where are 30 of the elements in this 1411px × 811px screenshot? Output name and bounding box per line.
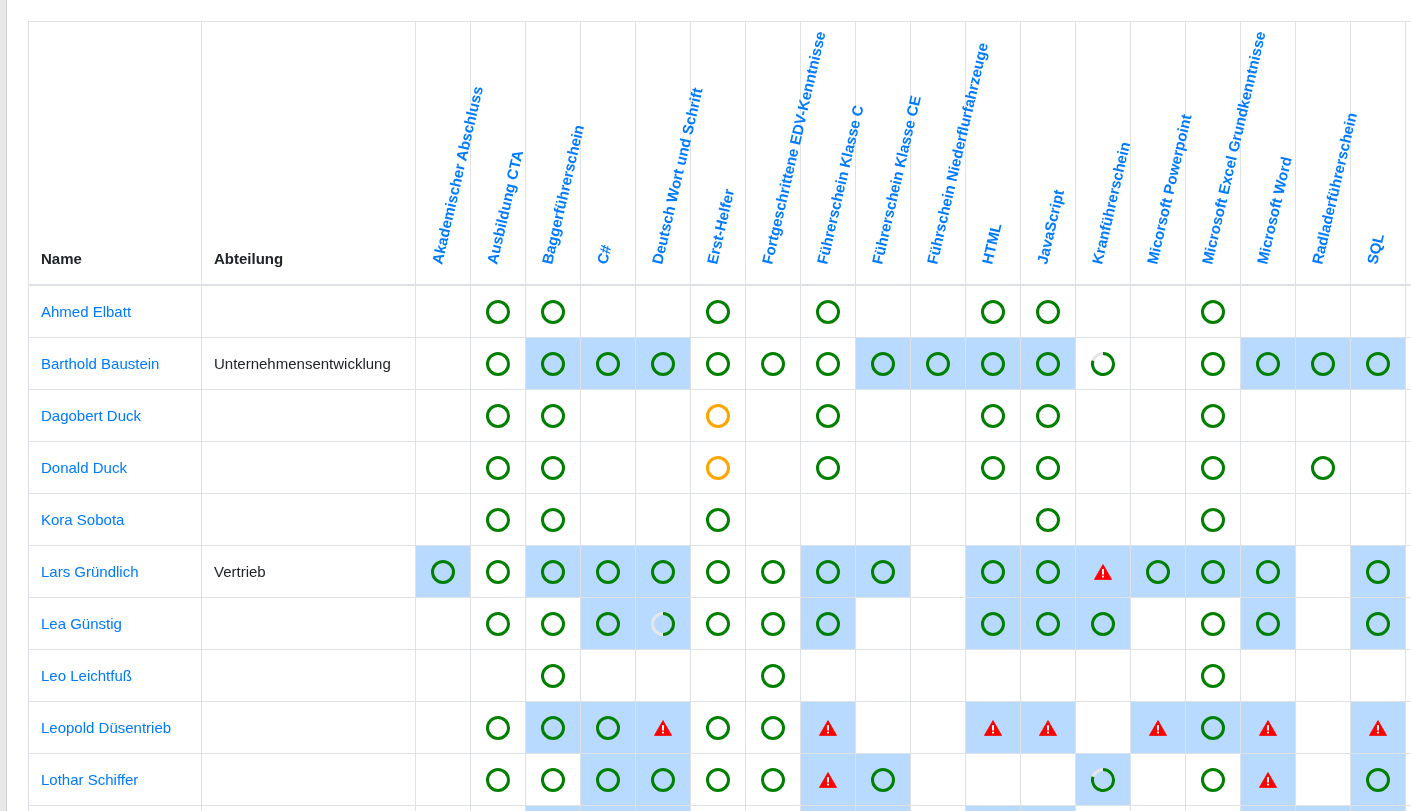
skill-header-link[interactable]: C# <box>593 243 616 266</box>
employee-link[interactable]: Kora Sobota <box>41 509 125 530</box>
warning-icon <box>1259 719 1277 736</box>
warning-icon <box>1039 719 1057 736</box>
employee-link[interactable]: Leopold Düsentrieb <box>41 717 172 738</box>
employee-link[interactable]: Lars Gründlich <box>41 561 139 582</box>
employee-link[interactable]: Donald Duck <box>41 457 127 478</box>
employee-link[interactable]: Lea Günstig <box>41 613 122 634</box>
warning-icon <box>1094 563 1112 580</box>
skill-header-link[interactable]: SQL <box>1363 231 1388 266</box>
progress-ring-icon <box>651 611 675 636</box>
employee-link[interactable]: Lothar Schiffer <box>41 769 139 790</box>
skill-header-link[interactable]: HTML <box>978 221 1006 266</box>
column-header: Abteilung <box>214 250 284 268</box>
progress-ring-icon <box>1091 767 1115 792</box>
column-header: Name <box>41 250 82 268</box>
employee-link[interactable]: Dagobert Duck <box>41 405 142 426</box>
warning-icon <box>1369 719 1387 736</box>
warning-icon <box>819 771 837 788</box>
progress-ring-icon <box>1091 351 1115 376</box>
employee-link[interactable]: Barthold Baustein <box>41 353 160 374</box>
warning-icon <box>819 719 837 736</box>
warning-icon <box>654 719 672 736</box>
warning-icon <box>1259 771 1277 788</box>
employee-link[interactable]: Leo Leichtfuß <box>41 665 132 686</box>
skill-header-link[interactable]: Microsoft Word <box>1253 155 1296 266</box>
warning-icon <box>984 719 1002 736</box>
warning-icon <box>1149 719 1167 736</box>
employee-link[interactable]: Ahmed Elbatt <box>41 301 132 322</box>
skill-header-link[interactable]: Deutsch Wort und Schrift <box>648 86 707 266</box>
